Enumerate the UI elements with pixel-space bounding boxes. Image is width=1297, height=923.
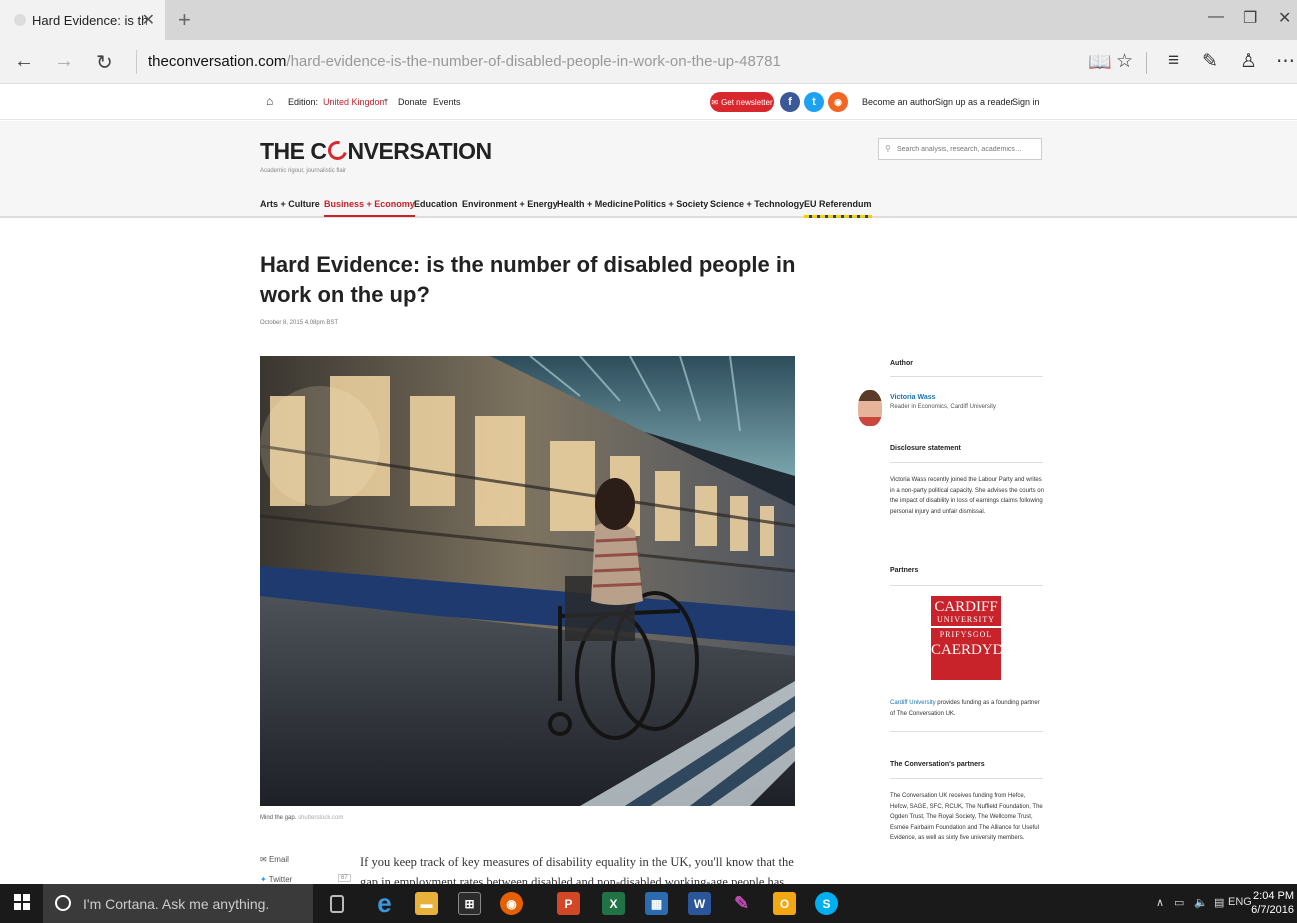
store-icon[interactable]: ⊞ — [458, 892, 481, 915]
word-icon[interactable]: W — [688, 892, 711, 915]
url-field[interactable]: theconversation.com/hard-evidence-is-the… — [148, 53, 781, 70]
close-window-icon[interactable]: ✕ — [1278, 8, 1291, 28]
cardiff-university-logo[interactable]: CARDIFF UNIVERSITY PRIFYSGOL CAERDYD — [931, 596, 1004, 680]
hero-image — [260, 356, 795, 806]
cortana-icon — [55, 895, 71, 911]
tray-chevron-icon[interactable]: ∧ — [1156, 896, 1164, 909]
partners-text: Cardiff University provides funding as a… — [890, 700, 1040, 717]
web-note-icon[interactable]: ✎ — [1202, 50, 1218, 73]
windows-start-icon[interactable] — [14, 894, 30, 910]
powerpoint-icon[interactable]: P — [557, 892, 580, 915]
minimize-icon[interactable]: — — [1208, 8, 1224, 26]
edition-label: Edition: — [288, 97, 319, 107]
outlook-icon[interactable]: O — [773, 892, 796, 915]
donate-link[interactable]: Donate — [398, 97, 427, 107]
site-logo[interactable]: THE C NVERSATION — [260, 137, 492, 165]
hub-icon[interactable]: ≡ — [1168, 50, 1179, 72]
language-indicator[interactable]: ENG — [1228, 896, 1252, 908]
author-name-link[interactable]: Victoria Wass — [890, 394, 936, 401]
share-email-link[interactable]: ✉ Email — [260, 855, 289, 864]
cortana-search[interactable]: I'm Cortana. Ask me anything. — [43, 884, 313, 923]
nav-arts-culture[interactable]: Arts + Culture — [260, 199, 320, 209]
windows-taskbar: I'm Cortana. Ask me anything. e ▬ ⊞ ◉ P … — [0, 884, 1297, 923]
home-icon[interactable]: ⌂ — [266, 94, 273, 108]
mail-icon: ✉ — [260, 855, 267, 864]
masthead: THE C NVERSATION Academic rigour, journal… — [0, 121, 1297, 218]
nav-education[interactable]: Education — [414, 199, 458, 209]
image-credit-link[interactable]: shutterstock.com — [298, 815, 343, 821]
search-icon: ⚲ — [885, 144, 891, 153]
browser-tab[interactable]: Hard Evidence: is the nu ✕ — [0, 0, 165, 40]
signup-reader-link[interactable]: Sign up as a reader — [935, 97, 1014, 107]
partners-heading: Partners — [890, 567, 919, 574]
nav-environment-energy[interactable]: Environment + Energy — [462, 199, 558, 209]
conversation-partners-text: The Conversation UK receives funding fro… — [890, 793, 1043, 841]
close-tab-icon[interactable]: ✕ — [142, 10, 155, 30]
nav-health-medicine[interactable]: Health + Medicine — [557, 199, 633, 209]
more-icon[interactable]: ⋯ — [1276, 50, 1295, 73]
task-view-icon[interactable] — [330, 895, 344, 913]
cardiff-university-link[interactable]: Cardiff University — [890, 700, 936, 706]
calculator-icon[interactable]: ▦ — [645, 892, 668, 915]
disclosure-text: Victoria Wass recently joined the Labour… — [890, 477, 1044, 515]
mail-icon: ✉ — [711, 97, 719, 107]
tab-title: Hard Evidence: is the nu — [32, 12, 147, 28]
paint-icon[interactable]: ✎ — [730, 892, 753, 915]
favorite-star-icon[interactable]: ☆ — [1116, 50, 1133, 73]
article-headline: Hard Evidence: is the number of disabled… — [260, 252, 796, 307]
edge-icon[interactable]: e — [373, 888, 396, 918]
newsletter-button[interactable]: ✉ Get newsletter — [710, 92, 774, 112]
address-bar: ← → ↻ theconversation.com/hard-evidence-… — [0, 40, 1297, 84]
forward-icon[interactable]: → — [54, 50, 74, 73]
author-avatar[interactable] — [858, 390, 882, 426]
firefox-icon[interactable]: ◉ — [500, 892, 523, 915]
chevron-down-icon[interactable]: ▾ — [384, 96, 388, 105]
edition-select[interactable]: United Kingdom — [323, 97, 387, 107]
share-count: 67 — [338, 874, 351, 882]
author-role: Reader in Economics, Cardiff University — [890, 404, 996, 410]
network-icon[interactable]: ▭ — [1174, 896, 1184, 909]
refresh-icon[interactable]: ↻ — [96, 50, 113, 75]
disclosure-heading: Disclosure statement — [890, 445, 961, 452]
nav-eu-referendum[interactable]: EU Referendum — [804, 199, 872, 218]
author-heading: Author — [890, 360, 913, 367]
back-icon[interactable]: ← — [14, 50, 34, 73]
reading-view-icon[interactable]: 📖 — [1088, 50, 1112, 74]
search-input[interactable] — [878, 138, 1042, 160]
skype-icon[interactable]: S — [815, 892, 838, 915]
signin-link[interactable]: Sign in — [1012, 97, 1040, 107]
excel-icon[interactable]: X — [602, 892, 625, 915]
logo-o-mark — [324, 137, 350, 164]
browser-tab-bar: Hard Evidence: is the nu ✕ + — ❐ ✕ — [0, 0, 1297, 40]
nav-science-technology[interactable]: Science + Technology — [710, 199, 804, 209]
conversation-partners-heading: The Conversation's partners — [890, 761, 985, 768]
events-link[interactable]: Events — [433, 97, 461, 107]
site-tagline: Academic rigour, journalistic flair — [260, 168, 347, 174]
restore-icon[interactable]: ❐ — [1243, 8, 1257, 28]
image-caption: Mind the gap. shutterstock.com — [260, 815, 344, 821]
share-icon[interactable]: ♙ — [1240, 50, 1257, 73]
nav-business-economy[interactable]: Business + Economy — [324, 199, 415, 217]
share-twitter-link[interactable]: ✦ Twitter — [260, 875, 292, 884]
favicon-icon — [14, 14, 26, 26]
become-author-link[interactable]: Become an author — [862, 97, 936, 107]
new-tab-icon[interactable]: + — [178, 7, 191, 33]
nav-politics-society[interactable]: Politics + Society — [634, 199, 708, 209]
rss-icon[interactable]: ◉ — [828, 92, 848, 112]
volume-icon[interactable]: 🔈 — [1194, 896, 1208, 909]
notification-icon[interactable]: ▤ — [1214, 896, 1224, 909]
file-explorer-icon[interactable]: ▬ — [415, 892, 438, 915]
facebook-icon[interactable]: f — [780, 92, 800, 112]
train-platform-illustration — [260, 356, 795, 806]
site-utility-bar: ⌂ Edition: United Kingdom ▾ Donate Event… — [0, 84, 1297, 120]
system-clock[interactable]: 2:04 PM 6/7/2016 — [1250, 889, 1294, 917]
twitter-icon[interactable]: t — [804, 92, 824, 112]
twitter-icon: ✦ — [260, 875, 267, 884]
article-date: October 8, 2015 4.08pm BST — [260, 320, 339, 326]
